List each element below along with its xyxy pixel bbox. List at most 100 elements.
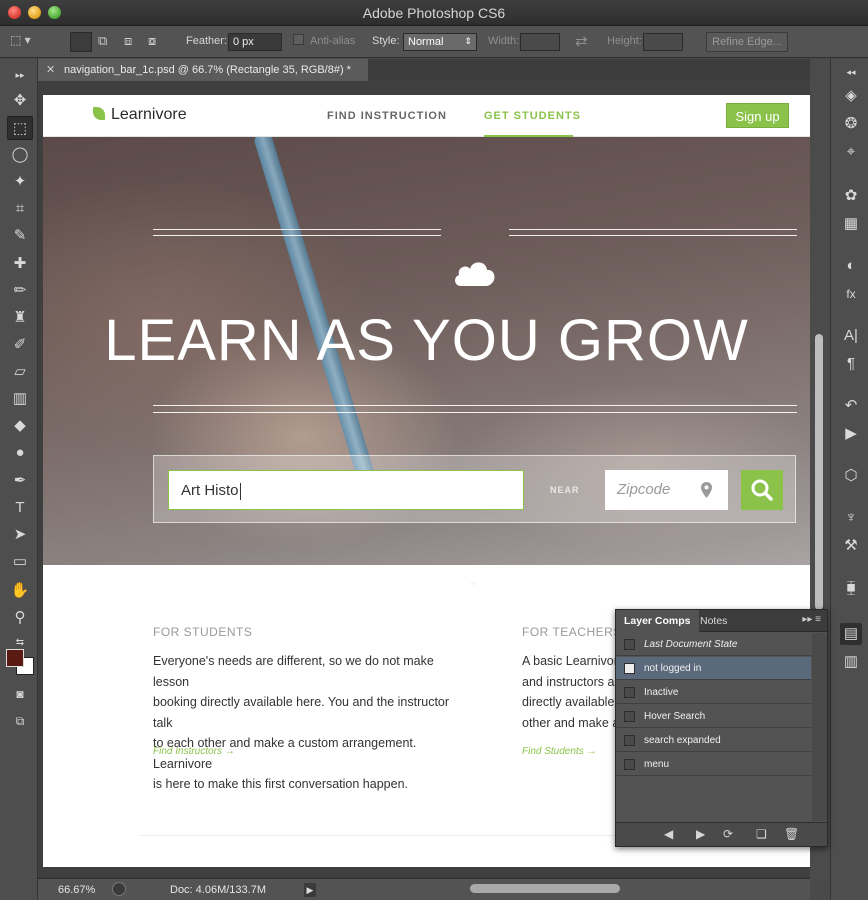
lasso-tool-icon[interactable]: ◯ <box>7 143 33 167</box>
tab-layer-comps[interactable]: Layer Comps <box>616 610 699 632</box>
color-palette-icon[interactable]: ✿ <box>840 185 862 207</box>
quick-mask-icon[interactable]: ◙ <box>7 682 33 706</box>
healing-brush-icon[interactable]: ✚ <box>7 252 33 276</box>
brush-presets-icon[interactable]: ♆ <box>840 507 862 529</box>
refine-edge-button[interactable]: Refine Edge... <box>706 32 788 52</box>
eraser-tool-icon[interactable]: ▱ <box>7 360 33 384</box>
find-students-link[interactable]: Find Students → <box>522 746 596 757</box>
panel-menu-icon[interactable]: ▸▸ ≡ <box>802 614 821 625</box>
screen-mode-icon[interactable]: ⧉ <box>7 709 33 733</box>
swatches-icon[interactable]: ▦ <box>840 213 862 235</box>
tool-presets-icon[interactable]: ⚒ <box>840 535 862 557</box>
clone-source-icon[interactable]: ⧯ <box>840 577 862 599</box>
gradient-tool-icon[interactable]: ▥ <box>7 387 33 411</box>
type-tool-icon[interactable]: T <box>7 496 33 520</box>
layer-comp-checkbox[interactable] <box>624 735 635 746</box>
dodge-tool-icon[interactable]: ● <box>7 441 33 465</box>
panel-scrollbar[interactable] <box>812 633 827 821</box>
layer-comp-row[interactable]: Last Document State <box>616 633 811 656</box>
layer-comp-row[interactable]: menu <box>616 753 811 776</box>
find-instructors-link[interactable]: Find Instructors → <box>153 746 235 757</box>
layer-comp-row[interactable]: Inactive <box>616 681 811 704</box>
next-comp-icon[interactable]: ▶ <box>696 827 705 841</box>
blur-tool-icon[interactable]: ◆ <box>7 414 33 438</box>
panel-collapse-icon[interactable]: ▸▸ <box>7 63 33 87</box>
text-caret <box>239 482 241 500</box>
eyedropper-tool-icon[interactable]: ✎ <box>7 224 33 248</box>
layer-comps-panel: Layer Comps Notes ▸▸ ≡ Last Document Sta… <box>615 609 828 847</box>
new-selection-icon[interactable] <box>70 32 92 52</box>
zoom-tool-icon[interactable]: ⚲ <box>7 606 33 630</box>
teachers-line: directly available h <box>522 695 617 709</box>
paths-icon[interactable]: ⌖ <box>840 141 862 163</box>
layer-comps-icon[interactable]: ▤ <box>840 623 862 645</box>
close-tab-icon[interactable]: ✕ <box>46 59 55 81</box>
site-logo[interactable]: Learnivore <box>111 106 187 124</box>
anti-alias-checkbox[interactable] <box>293 34 304 45</box>
document-tab[interactable]: ✕ navigation_bar_1c.psd @ 66.7% (Rectang… <box>38 59 368 81</box>
3d-icon[interactable]: ⬡ <box>840 465 862 487</box>
magic-wand-tool-icon[interactable]: ✦ <box>7 170 33 194</box>
vertical-scrollbar[interactable] <box>815 334 823 610</box>
document-tab-label: navigation_bar_1c.psd @ 66.7% (Rectangle… <box>64 64 351 76</box>
marquee-preset-icon[interactable]: ⬚ ▾ <box>10 33 31 47</box>
subtract-selection-icon[interactable]: ⧈ <box>124 33 132 49</box>
horizontal-scrollbar[interactable] <box>470 884 620 893</box>
layer-comp-row[interactable]: search expanded <box>616 729 811 752</box>
chevron-down-icon[interactable]: ⌄ <box>468 573 479 589</box>
history-brush-icon[interactable]: ✐ <box>7 333 33 357</box>
panel-dock: ◂◂ ◈ ❂ ⌖ ✿ ▦ ◐ fx A| ¶ ↶ ▶ ⬡ ♆ ⚒ ⧯ ▤ ▥ <box>830 59 868 900</box>
layer-comp-label: Last Document State <box>644 639 738 650</box>
swap-icon[interactable]: ⇄ <box>575 32 588 50</box>
character-icon[interactable]: A| <box>840 325 862 347</box>
status-menu-arrow-icon[interactable]: ▶ <box>304 883 316 897</box>
adjustments-icon[interactable]: ◐ <box>840 255 862 277</box>
layer-comp-checkbox[interactable] <box>624 711 635 722</box>
info-icon[interactable] <box>112 882 126 896</box>
layer-comp-checkbox[interactable] <box>624 639 635 650</box>
height-input[interactable] <box>643 33 683 51</box>
paragraph-icon[interactable]: ¶ <box>840 353 862 375</box>
history-icon[interactable]: ↶ <box>840 395 862 417</box>
actions-icon[interactable]: ▶ <box>840 423 862 445</box>
tab-notes[interactable]: Notes <box>692 610 735 632</box>
foreground-color-swatch[interactable] <box>6 649 24 667</box>
search-button[interactable] <box>741 470 783 510</box>
title-bar: Adobe Photoshop CS6 <box>0 0 868 26</box>
layers-icon[interactable]: ◈ <box>840 85 862 107</box>
pen-tool-icon[interactable]: ✒ <box>7 469 33 493</box>
layer-comp-applied-icon[interactable] <box>624 663 635 674</box>
move-tool-icon[interactable]: ✥ <box>7 89 33 113</box>
crop-tool-icon[interactable]: ⌗ <box>7 197 33 221</box>
styles-icon[interactable]: fx <box>840 283 862 305</box>
shape-tool-icon[interactable]: ▭ <box>7 550 33 574</box>
feather-input[interactable]: 0 px <box>228 33 282 51</box>
brush-tool-icon[interactable]: ✏ <box>7 279 33 303</box>
path-selection-icon[interactable]: ➤ <box>7 523 33 547</box>
panel-expand-icon[interactable]: ◂◂ <box>840 61 862 83</box>
hand-tool-icon[interactable]: ✋ <box>7 579 33 603</box>
students-line: Everyone's needs are different, so we do… <box>153 654 434 689</box>
notes-icon[interactable]: ▥ <box>840 651 862 673</box>
zoom-level[interactable]: 66.67% <box>58 884 95 896</box>
layer-comp-row[interactable]: Hover Search <box>616 705 811 728</box>
add-selection-icon[interactable]: ⧉ <box>98 33 107 49</box>
stamp-tool-icon[interactable]: ♜ <box>7 306 33 330</box>
nav-get-students[interactable]: GET STUDENTS <box>484 110 581 122</box>
trash-icon[interactable]: 🗑 <box>784 827 799 841</box>
layer-comp-checkbox[interactable] <box>624 687 635 698</box>
sign-up-button[interactable]: Sign up <box>726 103 789 128</box>
intersect-selection-icon[interactable]: ⧇ <box>148 33 156 49</box>
nav-find-instruction[interactable]: FIND INSTRUCTION <box>327 110 447 122</box>
subject-search-input[interactable]: Art Histo <box>168 470 524 510</box>
marquee-tool-icon[interactable]: ⬚ <box>7 116 33 140</box>
style-select[interactable]: Normal ⇕ <box>403 33 477 51</box>
layer-comp-checkbox[interactable] <box>624 759 635 770</box>
previous-comp-icon[interactable]: ◀ <box>664 827 673 841</box>
width-input[interactable] <box>520 33 560 51</box>
new-comp-icon[interactable]: ❏ <box>756 827 767 841</box>
search-icon <box>751 479 773 501</box>
update-comp-icon[interactable]: ⟳ <box>723 827 733 841</box>
channels-icon[interactable]: ❂ <box>840 113 862 135</box>
layer-comp-row[interactable]: not logged in <box>616 657 811 680</box>
